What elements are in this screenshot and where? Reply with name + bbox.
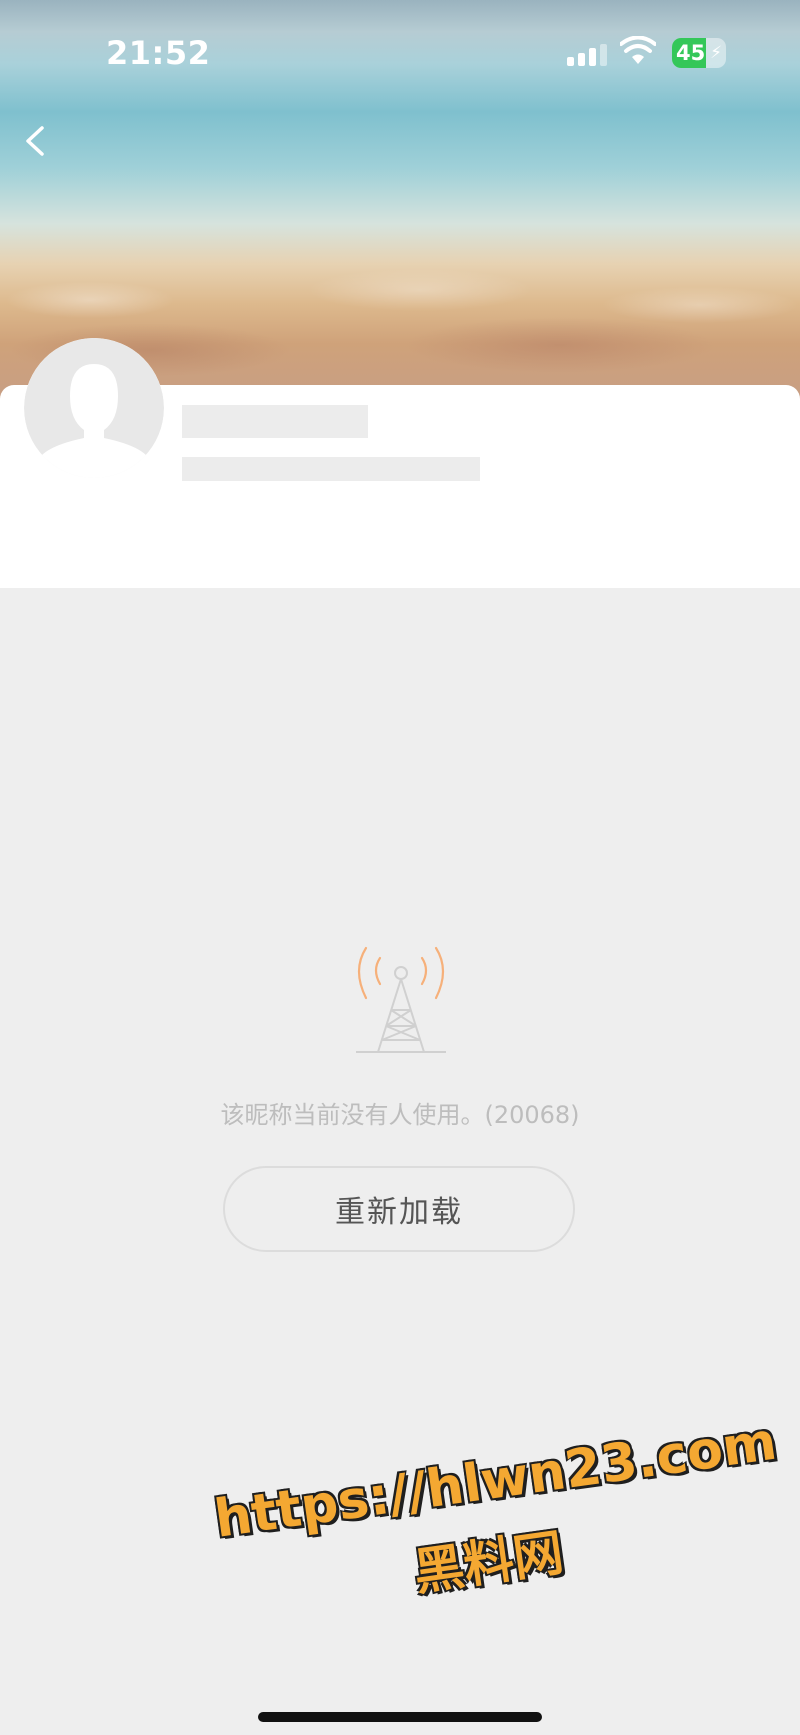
battery-level: 45	[676, 41, 706, 65]
nickname-placeholder	[182, 405, 368, 438]
error-message: 该昵称当前没有人使用。(20068)	[220, 1101, 580, 1129]
charging-bolt-icon: ⚡	[710, 43, 722, 63]
wifi-icon	[620, 36, 656, 64]
back-button[interactable]	[16, 116, 56, 166]
reload-button[interactable]: 重新加载	[223, 1166, 575, 1252]
default-avatar-icon	[24, 338, 164, 478]
signal-icon	[567, 40, 609, 66]
avatar[interactable]	[24, 338, 164, 478]
watermark-site-name: 黑料网	[410, 1523, 567, 1602]
status-bar: 21:52 45 ⚡	[0, 0, 800, 110]
home-indicator[interactable]	[258, 1712, 542, 1722]
bio-placeholder	[182, 457, 480, 481]
signal-tower-icon	[356, 946, 446, 1053]
battery-icon: 45 ⚡	[672, 38, 726, 68]
status-time: 21:52	[106, 34, 211, 72]
watermark: https://hlwn23.com 黑料网	[200, 1400, 800, 1670]
chevron-left-icon	[26, 126, 44, 156]
